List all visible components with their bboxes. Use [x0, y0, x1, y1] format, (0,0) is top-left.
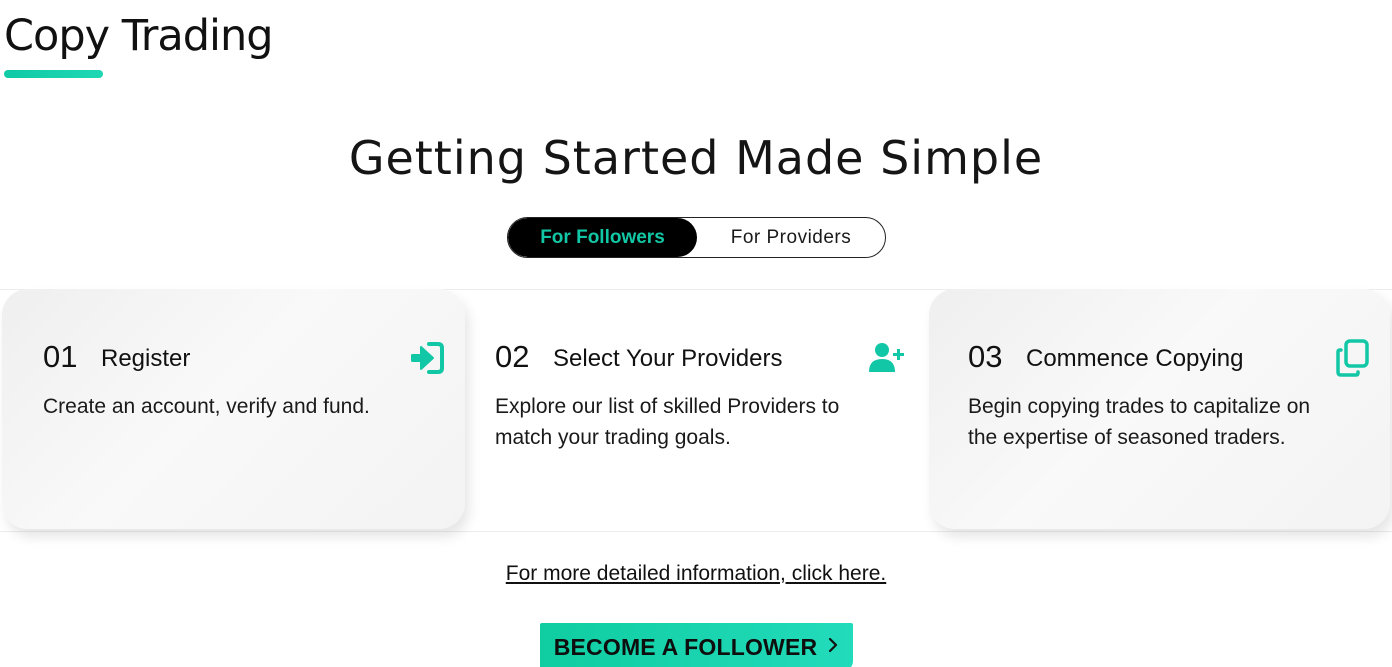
step-description: Begin copying trades to capitalize on th… [968, 395, 1311, 449]
audience-toggle: For Followers For Providers [507, 217, 886, 258]
copy-icon [1334, 339, 1372, 377]
user-plus-icon [868, 339, 906, 377]
step-title: Select Your Providers [553, 345, 783, 372]
step-number: 02 [495, 339, 530, 374]
step-card-register: 01 Register Create an account, verify an… [2, 289, 465, 529]
cta-label: BECOME A FOLLOWER [553, 633, 818, 660]
toggle-followers[interactable]: For Followers [508, 218, 697, 257]
page-title: Copy Trading [4, 11, 274, 61]
toggle-providers[interactable]: For Providers [697, 218, 885, 257]
more-info: For more detailed information, click her… [0, 560, 1392, 588]
step-card-commence-copying: 03 Commence Copying Begin copying trades… [929, 289, 1390, 529]
step-number: 01 [43, 339, 78, 374]
section-heading: Getting Started Made Simple [348, 131, 1044, 185]
title-underline [4, 70, 103, 78]
chevron-right-icon [827, 637, 839, 658]
step-description: Explore our list of skilled Providers to… [495, 395, 840, 449]
step-title: Register [101, 345, 191, 372]
become-follower-button[interactable]: BECOME A FOLLOWER [540, 623, 853, 667]
step-title: Commence Copying [1026, 345, 1244, 372]
step-card-select-providers: 02 Select Your Providers Explore our lis… [466, 289, 928, 529]
sign-in-icon [408, 339, 446, 377]
step-description: Create an account, verify and fund. [43, 395, 370, 418]
more-info-link[interactable]: For more detailed information, click her… [506, 562, 887, 585]
step-number: 03 [968, 339, 1003, 374]
